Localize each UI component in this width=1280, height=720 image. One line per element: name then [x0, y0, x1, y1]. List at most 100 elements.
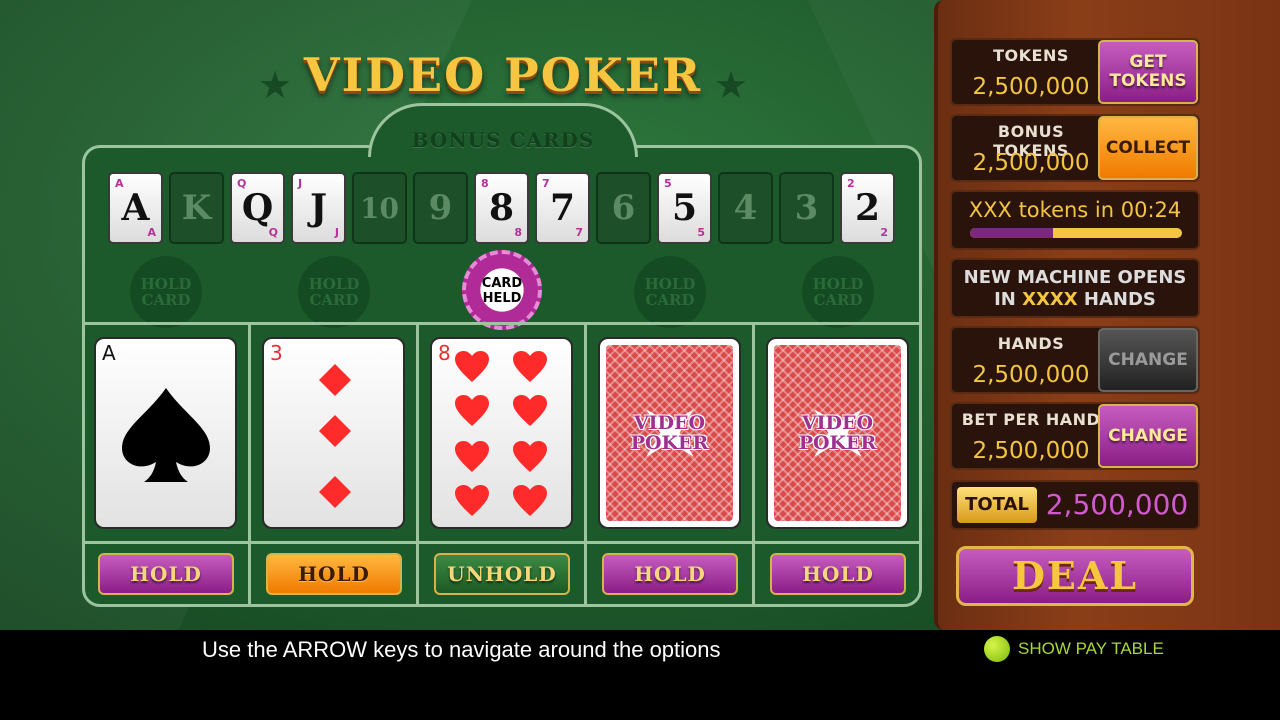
- divider: [82, 322, 922, 325]
- hand-card-5[interactable]: VIDEO POKER: [766, 337, 909, 529]
- card-back-logo: VIDEO POKER: [798, 412, 877, 454]
- hand-card-4[interactable]: VIDEO POKER: [598, 337, 741, 529]
- bonus-card: JJJ: [291, 172, 346, 244]
- bonus-card-corner: 2: [847, 177, 855, 190]
- hands-panel: HANDS 2,500,000 CHANGE: [950, 326, 1200, 394]
- diamond-icon: [319, 364, 351, 396]
- hold-button-1[interactable]: HOLD: [98, 553, 234, 595]
- get-tokens-button[interactable]: GET TOKENS: [1098, 40, 1198, 104]
- collect-button[interactable]: COLLECT: [1098, 116, 1198, 180]
- change-bet-button[interactable]: CHANGE: [1098, 404, 1198, 468]
- hold-card-placeholder: HOLD CARD: [298, 256, 370, 328]
- card-back: VIDEO POKER: [606, 345, 733, 521]
- change-hands-button[interactable]: CHANGE: [1098, 328, 1198, 392]
- tokens-label: TOKENS: [993, 46, 1069, 65]
- bonus-card-rank: 4: [733, 188, 758, 228]
- show-pay-table-button[interactable]: SHOW PAY TABLE: [984, 636, 1164, 662]
- bonus-card-corner: A: [147, 226, 156, 239]
- bonus-card-corner: J: [334, 226, 339, 239]
- total-panel: TOTAL 2,500,000: [950, 480, 1200, 530]
- hold-card-placeholder: HOLD CARD: [130, 256, 202, 328]
- unhold-button-3[interactable]: UNHOLD: [434, 553, 570, 595]
- hands-label: HANDS: [997, 334, 1065, 353]
- star-icon: ★: [258, 63, 293, 107]
- bonus-card-rank: A: [121, 187, 150, 229]
- bonus-card-corner: 7: [575, 226, 583, 239]
- timer-text: XXX tokens in 00:24: [968, 198, 1182, 222]
- hand-card-1[interactable]: A: [94, 337, 237, 529]
- heart-icon: [513, 441, 547, 472]
- bonus-card-rank: 3: [794, 188, 819, 228]
- new-machine-text: NEW MACHINE OPENS IN XXXX HANDS: [952, 267, 1198, 311]
- bonus-card-corner: 8: [481, 177, 489, 190]
- hold-card-placeholder: HOLD CARD: [634, 256, 706, 328]
- heart-icon: [455, 395, 489, 426]
- tokens-panel: TOKENS 2,500,000 GET TOKENS: [950, 38, 1200, 106]
- spade-icon: [122, 388, 210, 482]
- title-banner: ★ VIDEO POKER ★: [258, 40, 748, 110]
- deal-button[interactable]: DEAL: [956, 546, 1194, 606]
- heart-icon: [513, 351, 547, 382]
- bonus-card-corner: Q: [268, 226, 278, 239]
- bonus-card-corner: 5: [664, 177, 672, 190]
- card-rank: A: [102, 341, 116, 365]
- bonus-cards-label: BONUS CARDS: [411, 128, 595, 152]
- diamond-icon: [319, 476, 351, 508]
- card-held-chip: CARD HELD: [462, 250, 542, 330]
- total-value: 2,500,000: [1045, 488, 1189, 521]
- bonus-card: 888: [474, 172, 529, 244]
- bonus-card: 6: [596, 172, 651, 244]
- green-button-icon: [984, 636, 1010, 662]
- bonus-card-corner: 2: [880, 226, 888, 239]
- bet-per-hand-label: BET PER HAND: [961, 410, 1101, 429]
- hands-value: 2,500,000: [972, 362, 1090, 388]
- hold-button-2[interactable]: HOLD: [266, 553, 402, 595]
- bonus-cards-row: A A A K Q Q Q J J J 10 9 8 8 8 7 7 7 6 5 5 5 4 3 2 2 2: [108, 172, 898, 244]
- bet-per-hand-panel: BET PER HAND 2,500,000 CHANGE: [950, 402, 1200, 470]
- card-rank: 3: [270, 341, 283, 365]
- bonus-card-rank: 8: [488, 187, 515, 229]
- divider: [248, 323, 251, 607]
- bonus-card-rank: Q: [241, 187, 274, 229]
- hand-card-3[interactable]: 8: [430, 337, 573, 529]
- diamond-icon: [319, 415, 351, 447]
- hold-button-5[interactable]: HOLD: [770, 553, 906, 595]
- bonus-card-corner: 8: [514, 226, 522, 239]
- divider: [416, 323, 419, 607]
- bonus-card-corner: 7: [542, 177, 550, 190]
- bonus-card-rank: 10: [360, 191, 399, 225]
- hand-card-2[interactable]: 3: [262, 337, 405, 529]
- bonus-tokens-value: 2,500,000: [972, 150, 1090, 176]
- heart-icon: [455, 351, 489, 382]
- hold-button-4[interactable]: HOLD: [602, 553, 738, 595]
- divider: [752, 323, 755, 607]
- bonus-card-rank: K: [181, 188, 212, 228]
- bonus-card-rank: 6: [611, 188, 636, 228]
- heart-icon: [513, 395, 547, 426]
- new-machine-line1: NEW MACHINE OPENS: [963, 267, 1187, 288]
- bonus-card-corner: 5: [697, 226, 705, 239]
- bonus-card: 4: [718, 172, 773, 244]
- heart-icon: [455, 485, 489, 516]
- bonus-card: QQQ: [230, 172, 285, 244]
- bonus-card-rank: 5: [671, 187, 698, 229]
- bonus-card-corner: J: [298, 177, 303, 190]
- card-back: VIDEO POKER: [774, 345, 901, 521]
- heart-icon: [513, 485, 547, 516]
- heart-icon: [455, 441, 489, 472]
- bonus-card: 555: [657, 172, 712, 244]
- new-machine-panel: NEW MACHINE OPENS IN XXXX HANDS: [950, 258, 1200, 318]
- bonus-card: 222: [840, 172, 895, 244]
- divider: [82, 541, 922, 544]
- instruction-text: Use the ARROW keys to navigate around th…: [202, 637, 721, 662]
- card-rank: 8: [438, 341, 451, 365]
- bonus-card-rank: 2: [854, 187, 881, 229]
- bonus-card-corner: A: [115, 177, 124, 190]
- bet-per-hand-value: 2,500,000: [972, 438, 1090, 464]
- bonus-tokens-panel: BONUS TOKENS 2,500,000 COLLECT: [950, 114, 1200, 182]
- timer-panel: XXX tokens in 00:24: [950, 190, 1200, 250]
- bonus-card: 9: [413, 172, 468, 244]
- bonus-card-rank: J: [309, 187, 328, 229]
- total-label: TOTAL: [957, 487, 1037, 523]
- hold-card-placeholder: HOLD CARD: [802, 256, 874, 328]
